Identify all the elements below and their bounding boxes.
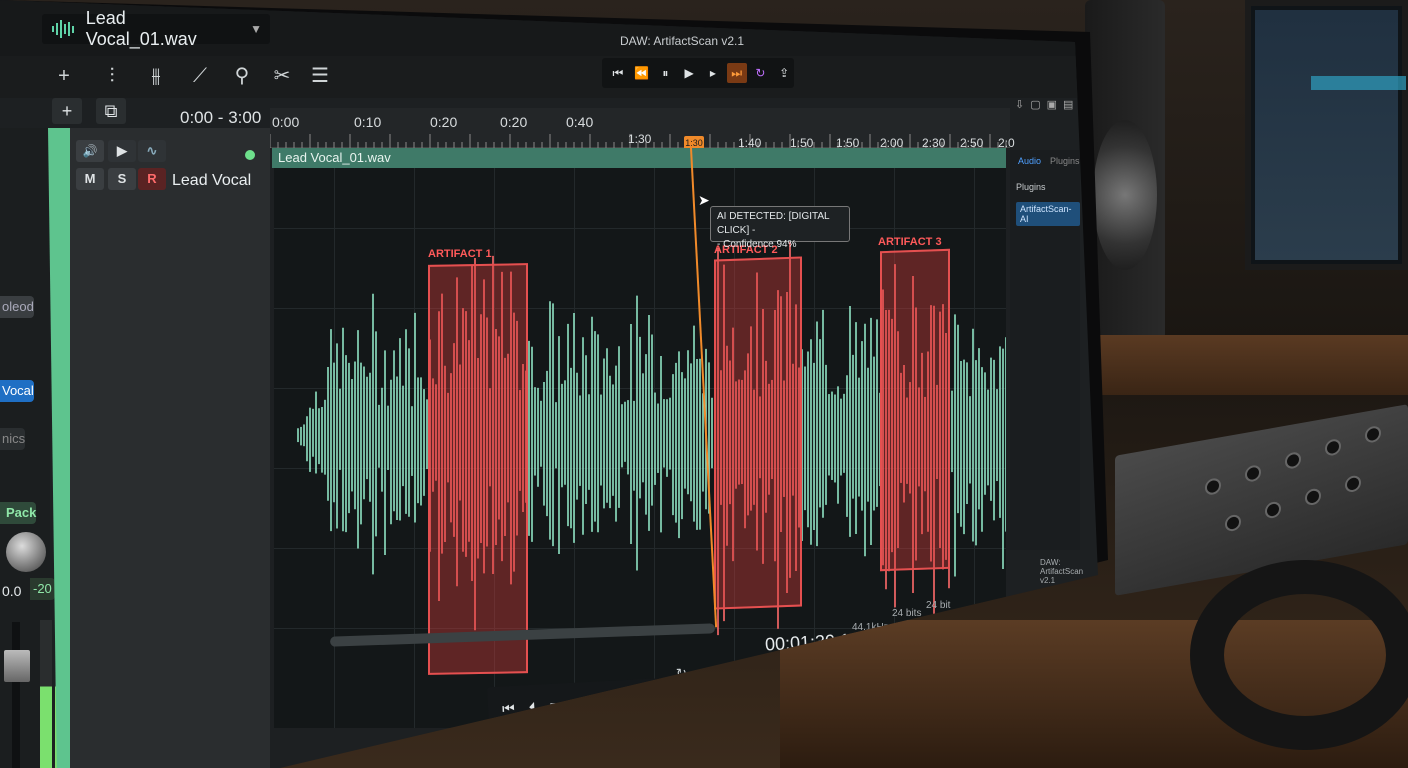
fader-track <box>12 622 20 768</box>
mixer-sliders-icon[interactable]: ⫶ <box>98 62 126 90</box>
track-selector-label: Lead Vocal_01.wav <box>85 8 197 49</box>
artifact-region-1[interactable] <box>428 263 528 675</box>
dock-value-right: -20 <box>30 578 55 600</box>
time-range: 0:00 - 3:00 <box>180 108 262 127</box>
gain-knob[interactable] <box>6 532 46 572</box>
tab-audio[interactable]: Audio <box>1018 156 1041 166</box>
artifact-region-2[interactable] <box>714 256 802 610</box>
dock-item[interactable]: nics <box>0 428 26 450</box>
ai-detection-tooltip: AI DETECTED: [DIGITAL CLICK] - - Confide… <box>710 206 850 250</box>
skip-forward-icon[interactable]: ⏭ <box>726 63 747 83</box>
play-icon[interactable]: ▶ <box>108 140 136 162</box>
duplicate-track-button[interactable]: ⧉ <box>96 98 126 124</box>
skip-back-icon[interactable]: ⏮ <box>608 63 628 83</box>
headphones <box>1190 560 1408 750</box>
plus-icon[interactable]: + <box>50 62 78 90</box>
dock-item-pack[interactable]: Pack <box>0 502 37 524</box>
ruler-label: 0:20 <box>430 114 458 130</box>
ruler-label: 0:20 <box>500 114 528 130</box>
bit-depth-2: 24 bit <box>926 600 951 611</box>
mute-button[interactable]: M <box>76 168 104 190</box>
play-small-icon[interactable]: ▸ <box>703 63 723 83</box>
waveform-icon <box>52 20 76 38</box>
tool-bar: + ⫶ ⫵ ⟋ ⚲ ✂ ☰ <box>0 56 1098 98</box>
scissors-icon[interactable]: ✂ <box>268 62 296 90</box>
dock-item-selected[interactable]: Vocal <box>0 380 34 402</box>
clip-name: Lead Vocal_01.wav <box>278 150 391 165</box>
tab-plugins[interactable]: Plugins <box>1050 156 1080 166</box>
solo-button[interactable]: S <box>108 168 136 190</box>
track-header: 🔊 ▶ ∿ M S R Lead Vocal <box>70 128 270 768</box>
dock-value-left: 0.0 <box>2 583 22 599</box>
loop-icon[interactable]: ↻ <box>751 63 771 83</box>
add-track-button[interactable]: + <box>52 98 82 124</box>
record-button[interactable]: R <box>138 168 166 190</box>
volume-fader[interactable] <box>4 650 30 682</box>
plugin-item-artifactscan[interactable]: ArtifactScan-AI <box>1016 202 1080 226</box>
speaker-icon[interactable]: 🔊 <box>76 140 104 162</box>
ruler-label: 1:30 <box>628 132 652 146</box>
play-icon[interactable]: ▶ <box>679 63 699 83</box>
wand-icon[interactable]: ⚲ <box>228 62 256 90</box>
artifact-label-1: ARTIFACT 1 <box>428 248 492 260</box>
ruler-label: 0:00 <box>272 114 300 130</box>
mouse-cursor-icon: ➤ <box>698 192 710 208</box>
top-transport: ⏮ ⏪ ⏸ ▶ ▸ ⏭ ↻ ⇪ <box>602 58 794 88</box>
pencil-icon[interactable]: ⟋ <box>186 62 214 90</box>
pause-icon[interactable]: ⏸ <box>656 63 676 83</box>
chevron-down-icon[interactable]: ▼ <box>250 22 262 36</box>
artifact-region-3[interactable] <box>880 248 950 572</box>
desk-shelf <box>1100 335 1408 395</box>
app-title: DAW: ArtifactScan v2.1 <box>620 34 745 48</box>
side-panel: Audio Plugins Plugins ArtifactScan-AI <box>1010 150 1080 550</box>
track-active-indicator <box>245 150 255 160</box>
window-controls[interactable]: ⇩▢▣▤ <box>1015 98 1079 111</box>
ruler-label: 0:10 <box>354 114 382 130</box>
bit-depth-1: 24 bits <box>892 608 922 619</box>
dock-item[interactable]: oleod <box>0 296 34 318</box>
list-icon[interactable]: ☰ <box>306 62 334 90</box>
waveform-icon[interactable]: ∿ <box>138 140 166 162</box>
track-name: Lead Vocal <box>172 172 252 189</box>
export-icon[interactable]: ⇪ <box>774 63 794 83</box>
secondary-monitor <box>1245 0 1408 270</box>
level-meter <box>40 620 52 768</box>
tooltip-line-2: - Confidence 94% <box>717 239 797 250</box>
artifact-label-3: ARTIFACT 3 <box>878 236 942 248</box>
eq-sliders-icon[interactable]: ⫵ <box>142 62 170 90</box>
rewind-icon[interactable]: ⏪ <box>632 63 652 83</box>
plugins-header[interactable]: Plugins <box>1016 182 1046 192</box>
tooltip-line-1: AI DETECTED: [DIGITAL CLICK] - <box>717 211 830 236</box>
track-selector[interactable]: Lead Vocal_01.wav ▼ <box>42 8 270 49</box>
ruler-label: 0:40 <box>566 114 594 130</box>
